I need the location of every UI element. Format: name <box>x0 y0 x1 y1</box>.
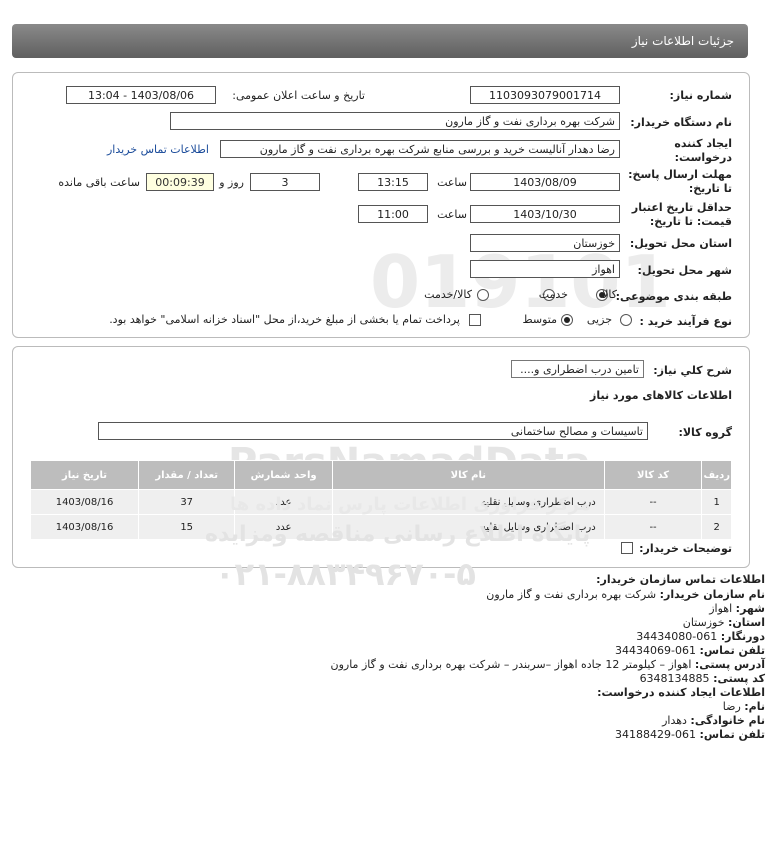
col-header-date: تاریخ نیاز <box>29 460 140 490</box>
need-number-label: شماره نیاز: <box>669 89 732 102</box>
cell-date: 1403/08/16 <box>29 489 140 515</box>
deadline-time-field: 13:15 <box>358 173 428 191</box>
watermark-number: 019101 <box>370 240 671 324</box>
contact-city: شهر: اهواز <box>709 602 765 615</box>
creator-family: نام خانوادگی: دهدار <box>662 714 765 727</box>
col-header-quantity: تعداد / مقدار <box>138 460 236 490</box>
desc-label: شرح کلي نياز: <box>653 364 732 377</box>
contact-fax: دورنگار: 061-34434080 <box>636 630 765 643</box>
category-label: طبقه بندی موضوعی: <box>615 290 732 303</box>
process-option-minor: جزیی <box>586 313 612 326</box>
table-header-row: ردیف کد کالا نام کالا واحد شمارش تعداد /… <box>29 460 732 490</box>
cell-row-number: 2 <box>701 514 732 540</box>
days-label: روز و <box>219 176 244 189</box>
announce-label: تاریخ و ساعت اعلان عمومی: <box>232 89 365 102</box>
validity-date-field: 1403/10/30 <box>470 205 620 223</box>
payment-note: پرداخت تمام یا بخشی از مبلغ خرید،از محل … <box>109 313 460 326</box>
deadline-time-label: ساعت <box>437 176 467 189</box>
buyer-notes-checkbox[interactable] <box>621 542 633 554</box>
col-header-name: نام کالا <box>332 460 605 490</box>
announce-field: 1403/08/06 - 13:04 <box>66 86 216 104</box>
desc-field: تامین درب اضطراری و.... <box>511 360 644 378</box>
cell-date: 1403/08/16 <box>29 514 140 540</box>
deadline-label-1: مهلت ارسال پاسخ: <box>628 168 732 181</box>
process-radio-medium[interactable] <box>561 314 573 326</box>
buyer-org-field: شرکت بهره برداری نفت و گاز مارون <box>170 112 620 130</box>
goods-group-field: تاسیسات و مصالح ساختمانی <box>98 422 648 440</box>
deadline-label-2: تا تاریخ: <box>688 182 732 195</box>
process-radio-minor[interactable] <box>620 314 632 326</box>
category-radio-goods-service[interactable] <box>477 289 489 301</box>
watermark-phone: ۰۲۱-۸۸۳۴۹۶۷۰-۵ <box>215 555 476 593</box>
validity-time-label: ساعت <box>437 208 467 221</box>
creator-label-1: ایجاد کننده <box>674 137 732 150</box>
watermark-line2: پایگاه اطلاع رسانی مناقصه ومزایده <box>205 522 591 547</box>
remaining-label: ساعت باقی مانده <box>58 176 140 189</box>
creator-name: نام: رضا <box>722 700 765 713</box>
contact-postal: کد پستی: 6348134885 <box>639 672 765 685</box>
process-label: نوع فرآیند خرید : <box>639 315 732 328</box>
city-field: اهواز <box>470 260 620 278</box>
page-title: جزئیات اطلاعات نیاز <box>631 34 734 48</box>
province-label: استان محل تحویل: <box>629 237 732 250</box>
process-option-medium: متوسط <box>522 313 557 326</box>
validity-time-field: 11:00 <box>358 205 428 223</box>
buyer-org-label: نام دستگاه خریدار: <box>630 116 732 129</box>
col-header-unit: واحد شمارش <box>234 460 333 490</box>
cell-code: -- <box>603 489 703 515</box>
need-number-field: 1103093079001714 <box>470 86 620 104</box>
remaining-timer: 00:09:39 <box>146 173 214 191</box>
category-option-goods-service: کالا/خدمت <box>424 288 472 301</box>
page-header: جزئیات اطلاعات نیاز <box>12 24 748 58</box>
validity-label-2: قیمت: تا تاریخ: <box>649 215 732 228</box>
creator-label-2: درخواست: <box>674 151 732 164</box>
creator-info-title: اطلاعات ایجاد کننده درخواست: <box>597 686 765 699</box>
buyer-notes-label: توضیحات خریدار: <box>639 542 732 555</box>
days-field: 3 <box>250 173 320 191</box>
contact-province: استان: خوزستان <box>682 616 765 629</box>
province-field: خوزستان <box>470 234 620 252</box>
contact-org: نام سازمان خریدار: شرکت بهره برداری نفت … <box>486 588 765 601</box>
cell-code: -- <box>603 514 703 540</box>
creator-phone: تلفن تماس: 061-34188429 <box>615 728 765 741</box>
goods-info-title: اطلاعات کالاهای مورد نیاز <box>590 389 732 402</box>
category-option-goods: کالا <box>602 288 617 301</box>
goods-group-label: گروه کالا: <box>678 426 732 439</box>
treasury-checkbox[interactable] <box>469 314 481 326</box>
buyer-contact-link[interactable]: اطلاعات تماس خریدار <box>107 143 209 156</box>
col-header-code: کد کالا <box>603 460 703 490</box>
col-header-row-number: ردیف <box>701 460 732 490</box>
city-label: شهر محل تحویل: <box>637 264 732 277</box>
cell-quantity: 37 <box>138 489 236 515</box>
cell-row-number: 1 <box>701 489 732 515</box>
creator-field: رضا دهدار آنالیست خرید و بررسی منابع شرک… <box>220 140 620 158</box>
contact-phone: تلفن تماس: 061-34434069 <box>615 644 765 657</box>
category-option-service: خدمت <box>538 288 568 301</box>
validity-label-1: حداقل تاریخ اعتبار <box>631 201 732 214</box>
watermark-line1: مرکز فراوری اطلاعات پارس نماد داده ها <box>230 494 591 515</box>
contact-title: اطلاعات تماس سازمان خریدار: <box>596 573 765 586</box>
contact-address: آدرس پستی: اهواز – کیلومتر 12 جاده اهواز… <box>330 658 766 671</box>
deadline-date-field: 1403/08/09 <box>470 173 620 191</box>
